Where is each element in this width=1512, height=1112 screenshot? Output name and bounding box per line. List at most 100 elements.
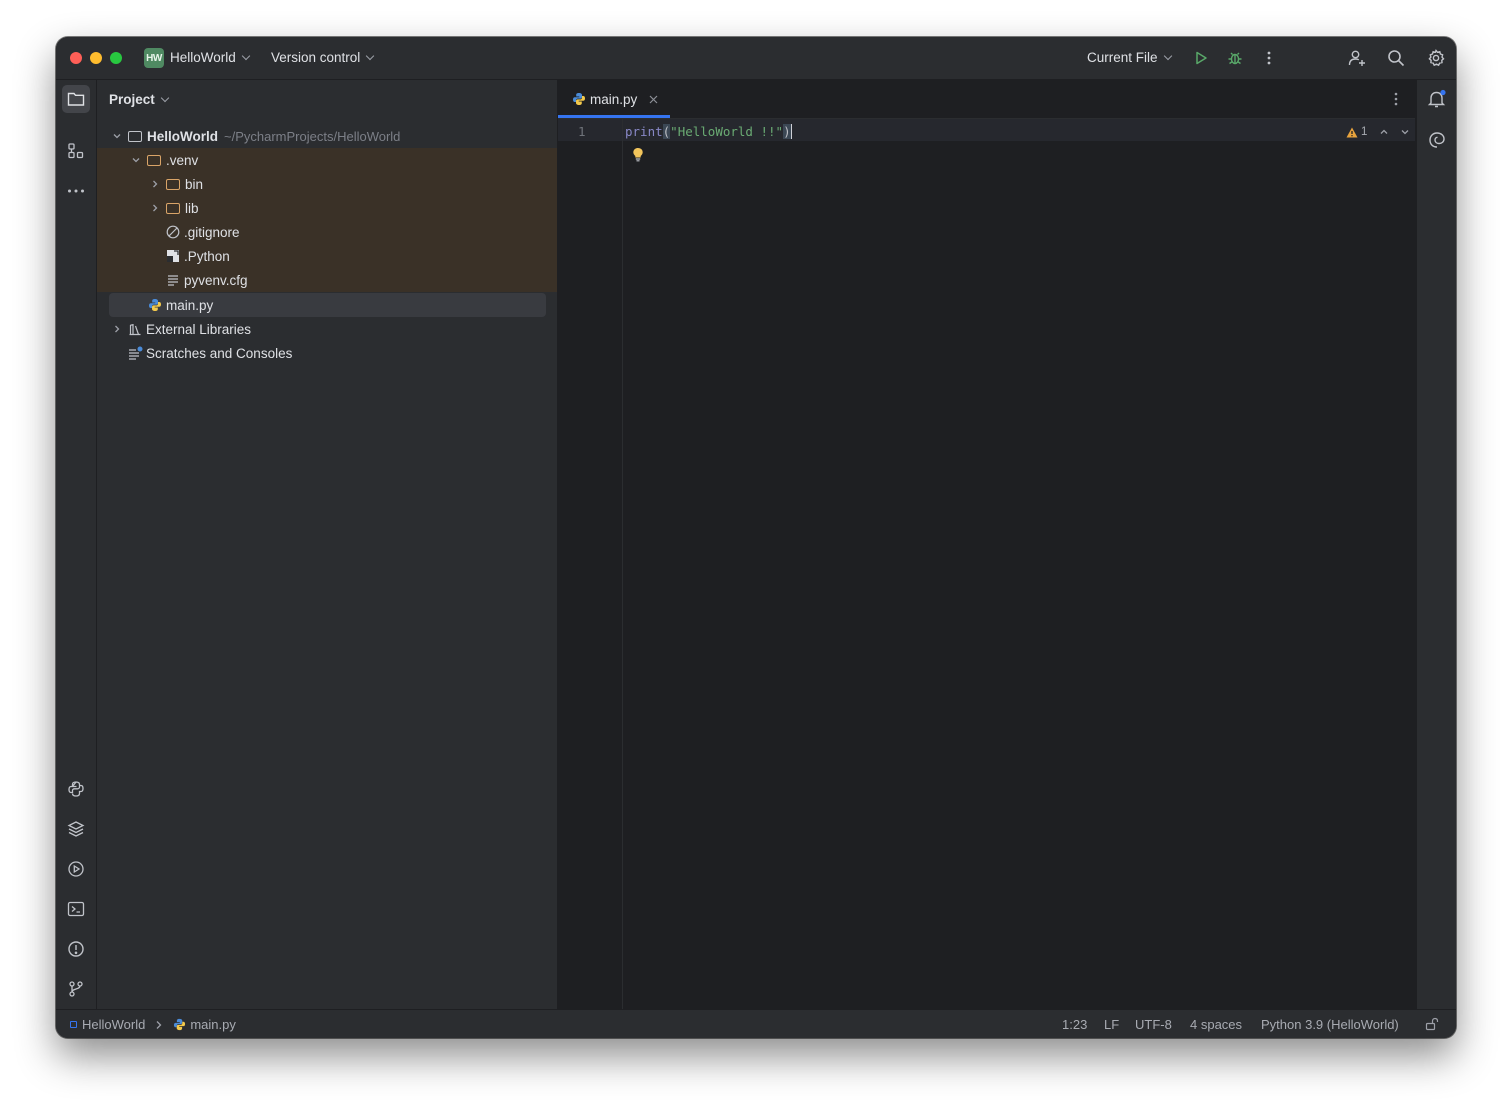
ai-assistant-spiral-icon[interactable]: [1428, 131, 1446, 152]
tree-item-label: pyvenv.cfg: [184, 272, 248, 288]
tree-item-label: .Python: [184, 248, 230, 264]
add-user-icon[interactable]: [1347, 48, 1367, 68]
folder-icon: [147, 154, 161, 166]
debug-icon[interactable]: [1225, 48, 1245, 68]
project-badge[interactable]: HW: [144, 48, 164, 68]
ide-window: HW HelloWorld Version control Current Fi…: [56, 37, 1456, 1038]
tree-item-label: Scratches and Consoles: [146, 345, 293, 361]
inspection-widget[interactable]: 1: [1346, 126, 1410, 138]
line-separator[interactable]: LF: [1104, 1017, 1119, 1032]
python-packages-icon[interactable]: [62, 815, 90, 843]
folder-icon: [166, 202, 180, 214]
zoom-window-button[interactable]: [110, 52, 122, 64]
vcs-menu[interactable]: Version control: [271, 50, 375, 65]
indent-setting[interactable]: 4 spaces: [1190, 1017, 1242, 1032]
project-switcher[interactable]: HelloWorld: [170, 50, 251, 65]
tree-item-lib[interactable]: lib: [97, 196, 557, 220]
lock-open-icon[interactable]: [1425, 1017, 1439, 1034]
problems-icon[interactable]: [62, 935, 90, 963]
editor-tab-bar: main.py: [558, 80, 1415, 119]
git-icon[interactable]: [62, 975, 90, 1003]
project-panel-header[interactable]: Project: [109, 92, 170, 107]
python-console-icon[interactable]: [62, 775, 90, 803]
tree-item-label: bin: [185, 176, 204, 192]
code-line-1[interactable]: print("HelloWorld !!"): [625, 124, 793, 139]
chevron-down-icon: [241, 51, 251, 61]
editor-gutter: 1: [558, 119, 643, 1009]
folder-icon: [128, 130, 142, 142]
next-highlight-icon[interactable]: [1400, 127, 1410, 137]
run-config-selector[interactable]: Current File: [1087, 50, 1172, 65]
editor-area: main.py 1 print("HelloWorld !!") 1: [558, 80, 1415, 1009]
chevron-down-icon[interactable]: [110, 129, 124, 143]
tree-item-root[interactable]: HelloWorld ~/PycharmProjects/HelloWorld: [97, 124, 557, 148]
tree-item-label: main.py: [166, 297, 214, 313]
file-encoding[interactable]: UTF-8: [1135, 1017, 1172, 1032]
breadcrumb-file[interactable]: main.py: [190, 1017, 236, 1032]
chevron-down-icon: [1163, 51, 1172, 61]
warning-count: 1: [1361, 126, 1368, 138]
chevron-right-icon[interactable]: [110, 322, 124, 336]
text-file-icon: [166, 273, 184, 287]
ignore-file-icon: [166, 225, 184, 239]
breadcrumb-project[interactable]: HelloWorld: [82, 1017, 145, 1032]
scratches-icon: [128, 346, 146, 360]
structure-icon[interactable]: [62, 137, 90, 165]
settings-gear-icon[interactable]: [1426, 48, 1446, 68]
code-paren-close: ): [783, 124, 791, 139]
tab-label: main.py: [590, 91, 638, 107]
tree-item-main[interactable]: main.py: [97, 293, 557, 317]
minimize-window-button[interactable]: [90, 52, 102, 64]
line-number: 1: [578, 124, 586, 139]
code-function: print: [625, 124, 663, 139]
notifications-bell-icon[interactable]: [1427, 89, 1447, 112]
tree-item-external-libraries[interactable]: External Libraries: [97, 317, 557, 341]
caret-position[interactable]: 1:23: [1062, 1017, 1087, 1032]
chevron-right-icon: [155, 1020, 163, 1030]
tree-item-python[interactable]: .Python: [97, 244, 557, 268]
python-interpreter[interactable]: Python 3.9 (HelloWorld): [1261, 1017, 1399, 1032]
breadcrumb: HelloWorld main.py: [70, 1017, 236, 1032]
root-name: HelloWorld: [147, 128, 219, 144]
python-file-icon: [173, 1018, 190, 1031]
search-icon[interactable]: [1386, 48, 1406, 68]
tab-options-icon[interactable]: [1388, 91, 1404, 110]
terminal-icon[interactable]: [62, 895, 90, 923]
root-path: ~/PycharmProjects/HelloWorld: [224, 128, 401, 144]
chevron-down-icon[interactable]: [129, 153, 143, 167]
run-config-label: Current File: [1087, 50, 1158, 65]
folder-icon: [166, 178, 180, 190]
code-string: "HelloWorld !!": [670, 124, 784, 139]
tree-item-scratches[interactable]: Scratches and Consoles: [97, 341, 557, 365]
more-tools-icon[interactable]: [62, 177, 90, 205]
tree-item-label: lib: [185, 200, 199, 216]
tree-item-venv[interactable]: .venv: [97, 148, 557, 172]
tree-item-pyvenv[interactable]: pyvenv.cfg: [97, 268, 557, 292]
binary-file-icon: [166, 249, 184, 263]
previous-highlight-icon[interactable]: [1379, 127, 1389, 137]
tree-item-label: External Libraries: [146, 321, 252, 337]
active-tab-indicator: [558, 115, 670, 118]
warning-icon: [1346, 127, 1358, 137]
left-tool-strip: [56, 80, 97, 1009]
project-panel-title: Project: [109, 92, 155, 107]
status-bar: HelloWorld main.py 1:23 LF UTF-8 4 space…: [56, 1009, 1456, 1038]
chevron-down-icon: [160, 93, 170, 103]
chevron-down-icon: [366, 51, 375, 61]
tree-item-bin[interactable]: bin: [97, 172, 557, 196]
tree-item-gitignore[interactable]: .gitignore: [97, 220, 557, 244]
chevron-right-icon[interactable]: [148, 201, 162, 215]
project-panel: Project HelloWorld ~/PycharmProjects/Hel…: [97, 80, 558, 1009]
more-vertical-icon[interactable]: [1259, 48, 1279, 68]
intention-bulb-icon[interactable]: [632, 147, 644, 165]
project-folder-icon[interactable]: [62, 85, 90, 113]
chevron-right-icon[interactable]: [148, 177, 162, 191]
run-icon[interactable]: [1191, 48, 1211, 68]
project-switcher-label: HelloWorld: [170, 50, 236, 65]
right-tool-strip: [1416, 80, 1456, 1009]
module-icon: [70, 1021, 77, 1028]
close-window-button[interactable]: [70, 52, 82, 64]
close-tab-icon[interactable]: [649, 95, 658, 104]
tab-main-py[interactable]: main.py: [558, 80, 670, 118]
services-icon[interactable]: [62, 855, 90, 883]
